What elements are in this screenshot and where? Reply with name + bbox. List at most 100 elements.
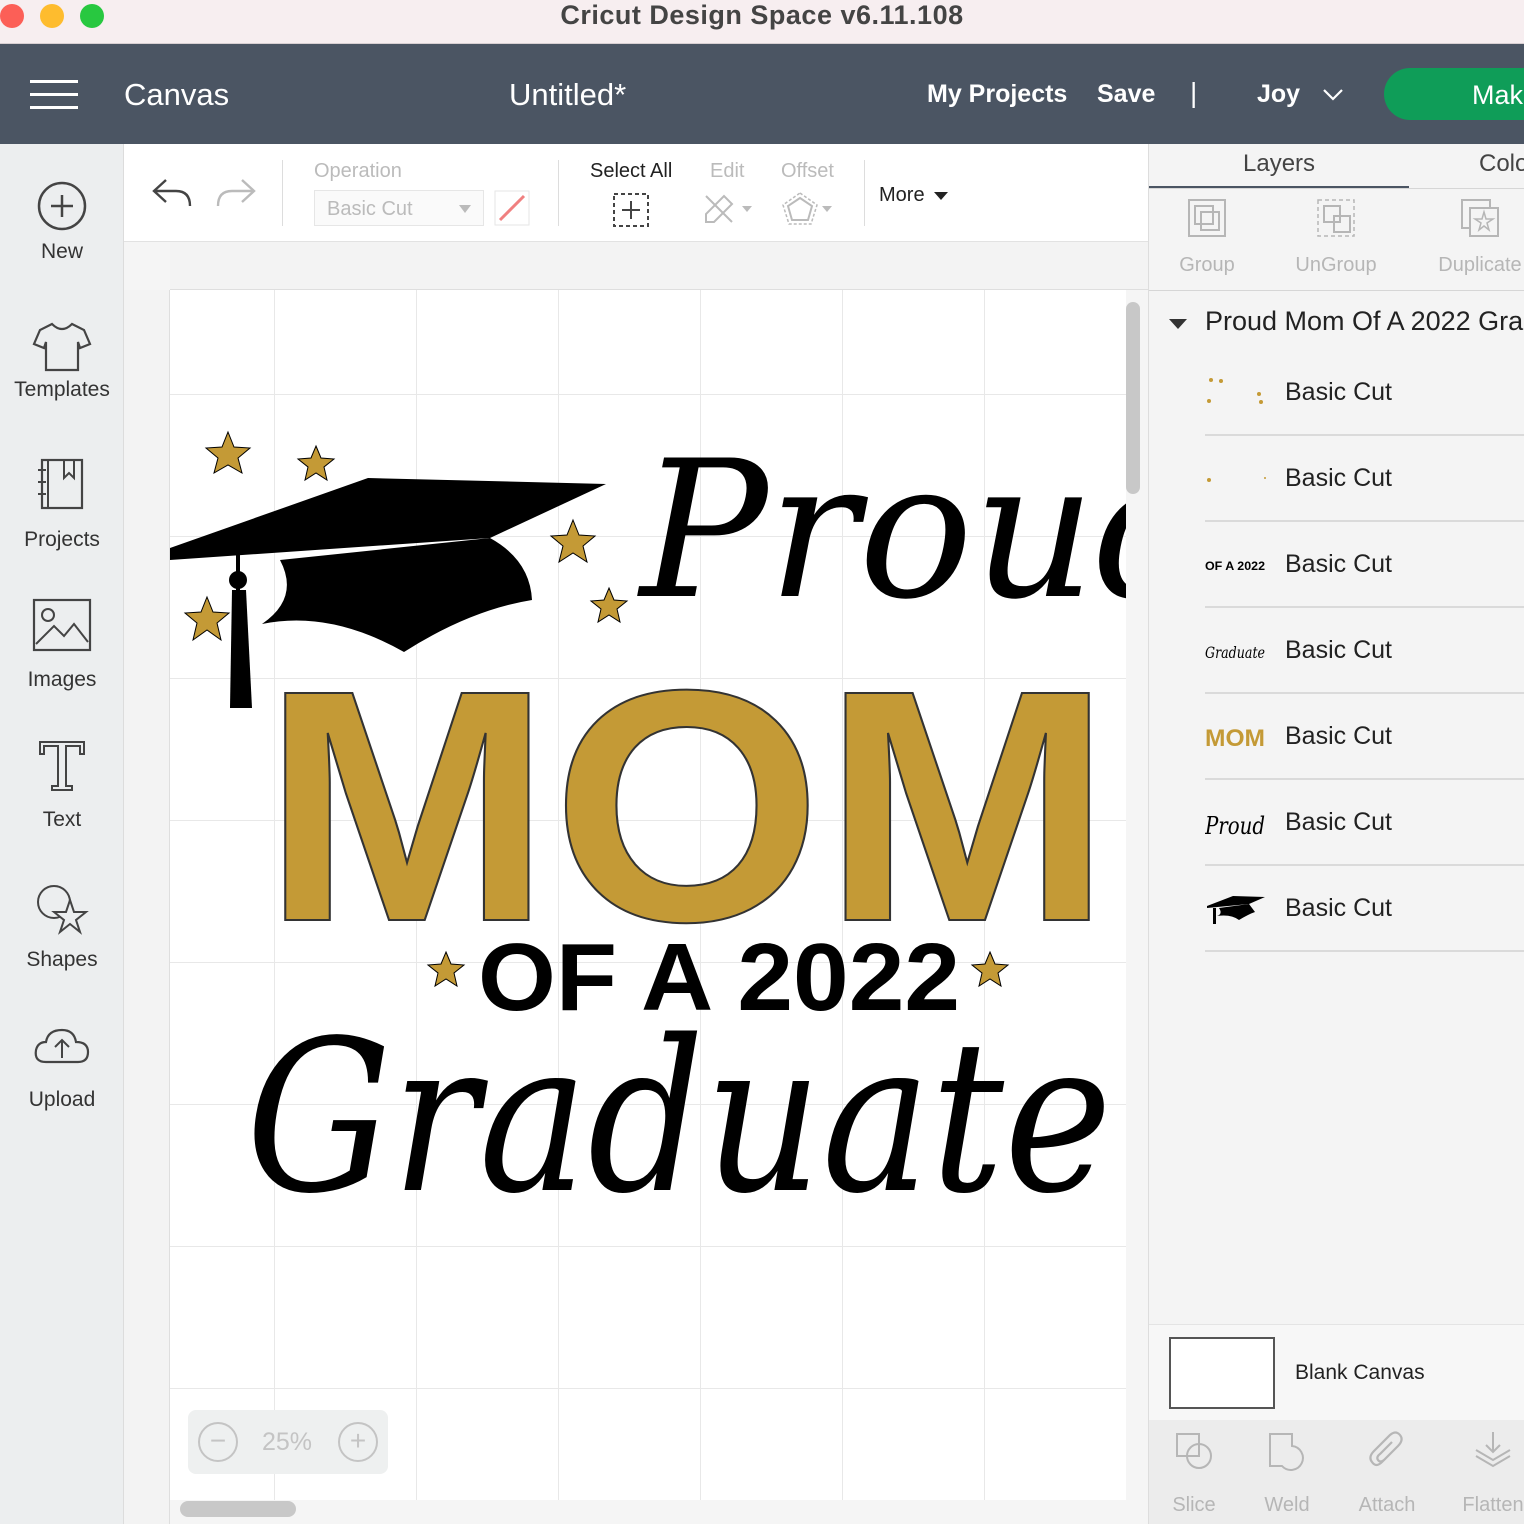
canvas-area[interactable]: Proud MOM OF A 2022 Graduate − 25% +: [124, 242, 1148, 1524]
flatten-button[interactable]: Flatten: [1461, 1430, 1524, 1517]
star: [204, 430, 252, 475]
zoom-control: − 25% +: [188, 1410, 388, 1474]
tab-divider: [1149, 188, 1524, 189]
sidebar-label-images: Images: [27, 668, 97, 691]
layer-row[interactable]: Basic Cut: [1205, 866, 1524, 952]
stars-thumbnail-icon: [1207, 378, 1263, 404]
save-button[interactable]: Save: [1097, 80, 1155, 109]
slice-button[interactable]: Slice: [1171, 1430, 1217, 1517]
sidebar-item-shapes[interactable]: Shapes: [0, 878, 124, 972]
slice-label: Slice: [1172, 1494, 1216, 1516]
star: [589, 586, 629, 624]
flatten-icon: [1475, 1432, 1511, 1468]
design-text-graduate: Graduate: [246, 995, 1112, 1240]
plus-circle-icon: [37, 181, 87, 231]
layer-label: Basic Cut: [1285, 378, 1392, 406]
group-button[interactable]: Group: [1169, 196, 1245, 277]
more-menu[interactable]: More: [879, 184, 949, 207]
tab-layers[interactable]: Layers: [1243, 150, 1315, 178]
chevron-down-icon: [459, 205, 471, 213]
paperclip-icon: [1369, 1431, 1403, 1467]
blank-canvas-swatch[interactable]: [1169, 1337, 1275, 1409]
edit-icon[interactable]: [702, 192, 756, 226]
sidebar-item-projects[interactable]: Projects: [0, 458, 124, 552]
weld-icon: [1269, 1433, 1304, 1471]
group-icon: [1188, 199, 1226, 237]
sidebar-label-projects: Projects: [24, 528, 100, 551]
offset-icon[interactable]: [782, 192, 838, 226]
layer-thumb-text: Graduate: [1205, 643, 1265, 662]
layer-row[interactable]: Proud Basic Cut: [1205, 780, 1524, 866]
tassel-knot: [229, 571, 247, 589]
sidebar-label-text: Text: [42, 808, 82, 831]
color-swatch-icon[interactable]: [494, 190, 530, 226]
make-it-button[interactable]: Make: [1384, 68, 1524, 120]
star: [549, 518, 597, 564]
sidebar-item-new[interactable]: New: [0, 180, 124, 264]
text-thumbnail-icon: MOM: [1205, 725, 1265, 752]
duplicate-icon: [1461, 199, 1499, 237]
vertical-scrollbar[interactable]: [1126, 302, 1140, 494]
tshirt-icon: [32, 322, 92, 372]
redo-icon[interactable]: [216, 176, 256, 210]
collapse-triangle-icon[interactable]: [1169, 319, 1187, 329]
slice-icon: [1176, 1433, 1212, 1469]
menu-icon[interactable]: [30, 80, 78, 110]
ruler-top: [170, 242, 1148, 290]
sidebar-item-images[interactable]: Images: [0, 598, 124, 692]
layer-row[interactable]: OF A 2022 Basic Cut: [1205, 522, 1524, 608]
sidebar-item-upload[interactable]: Upload: [0, 1018, 124, 1112]
sidebar-label-upload: Upload: [28, 1088, 96, 1111]
select-all-icon[interactable]: [612, 192, 650, 228]
layer-label: Basic Cut: [1285, 464, 1392, 492]
layer-group-row[interactable]: Proud Mom Of A 2022 Graduate: [1149, 294, 1524, 350]
toolbar-divider: [558, 160, 559, 226]
star: [183, 595, 231, 642]
text-t-icon: [39, 741, 85, 791]
design-artwork[interactable]: Proud MOM OF A 2022 Graduate: [170, 290, 1126, 1290]
sidebar-item-text[interactable]: Text: [0, 738, 124, 832]
text-thumbnail-icon: Graduate: [1205, 643, 1265, 662]
undo-icon[interactable]: [152, 176, 192, 210]
star: [296, 444, 336, 482]
horizontal-scrollbar[interactable]: [180, 1501, 296, 1517]
attach-button[interactable]: Attach: [1355, 1430, 1419, 1517]
layer-group-name: Proud Mom Of A 2022 Graduate: [1205, 306, 1524, 336]
weld-button[interactable]: Weld: [1261, 1430, 1313, 1517]
cloud-upload-icon: [34, 1028, 90, 1064]
layer-row[interactable]: Basic Cut: [1205, 350, 1524, 436]
flatten-label: Flatten: [1462, 1494, 1524, 1516]
blank-canvas-row[interactable]: Blank Canvas: [1149, 1324, 1524, 1420]
layer-actions-bar: Slice Weld Attach Flatten: [1149, 1420, 1524, 1524]
notebook-icon: [38, 458, 84, 510]
active-tab-indicator: [1149, 186, 1409, 188]
my-projects-link[interactable]: My Projects: [927, 80, 1067, 109]
tab-color-sync[interactable]: Color Sync: [1479, 150, 1524, 178]
section-title: Canvas: [124, 77, 230, 112]
layer-row[interactable]: MOM Basic Cut: [1205, 694, 1524, 780]
text-thumbnail-icon: OF A 2022: [1205, 559, 1265, 573]
layers-divider: [1149, 290, 1524, 291]
group-label: Group: [1179, 254, 1235, 276]
image-icon: [32, 598, 92, 652]
operation-select[interactable]: Basic Cut: [314, 190, 484, 226]
zoom-out-button[interactable]: −: [198, 1422, 238, 1462]
user-name[interactable]: Joy: [1257, 80, 1300, 109]
document-title[interactable]: Untitled*: [509, 77, 626, 113]
sidebar-label-new: New: [40, 240, 83, 263]
edit-toolbar: Operation Basic Cut Select All Edit Offs…: [124, 144, 1148, 242]
layer-row[interactable]: Graduate Basic Cut: [1205, 608, 1524, 694]
duplicate-button[interactable]: Duplicate: [1435, 196, 1524, 277]
small-star-thumbnail-icon: [1207, 477, 1266, 482]
cap-board: [170, 478, 606, 560]
layer-row[interactable]: Basic Cut: [1205, 436, 1524, 522]
shapes-icon: [37, 885, 89, 935]
duplicate-label: Duplicate: [1438, 254, 1522, 276]
zoom-in-button[interactable]: +: [338, 1422, 378, 1462]
attach-label: Attach: [1358, 1494, 1416, 1516]
layer-thumb-text: Proud: [1205, 812, 1265, 840]
chevron-down-icon[interactable]: [1322, 84, 1344, 106]
ungroup-button[interactable]: UnGroup: [1289, 196, 1383, 277]
sidebar-item-templates[interactable]: Templates: [0, 320, 124, 402]
layer-thumb-text: MOM: [1205, 725, 1265, 752]
